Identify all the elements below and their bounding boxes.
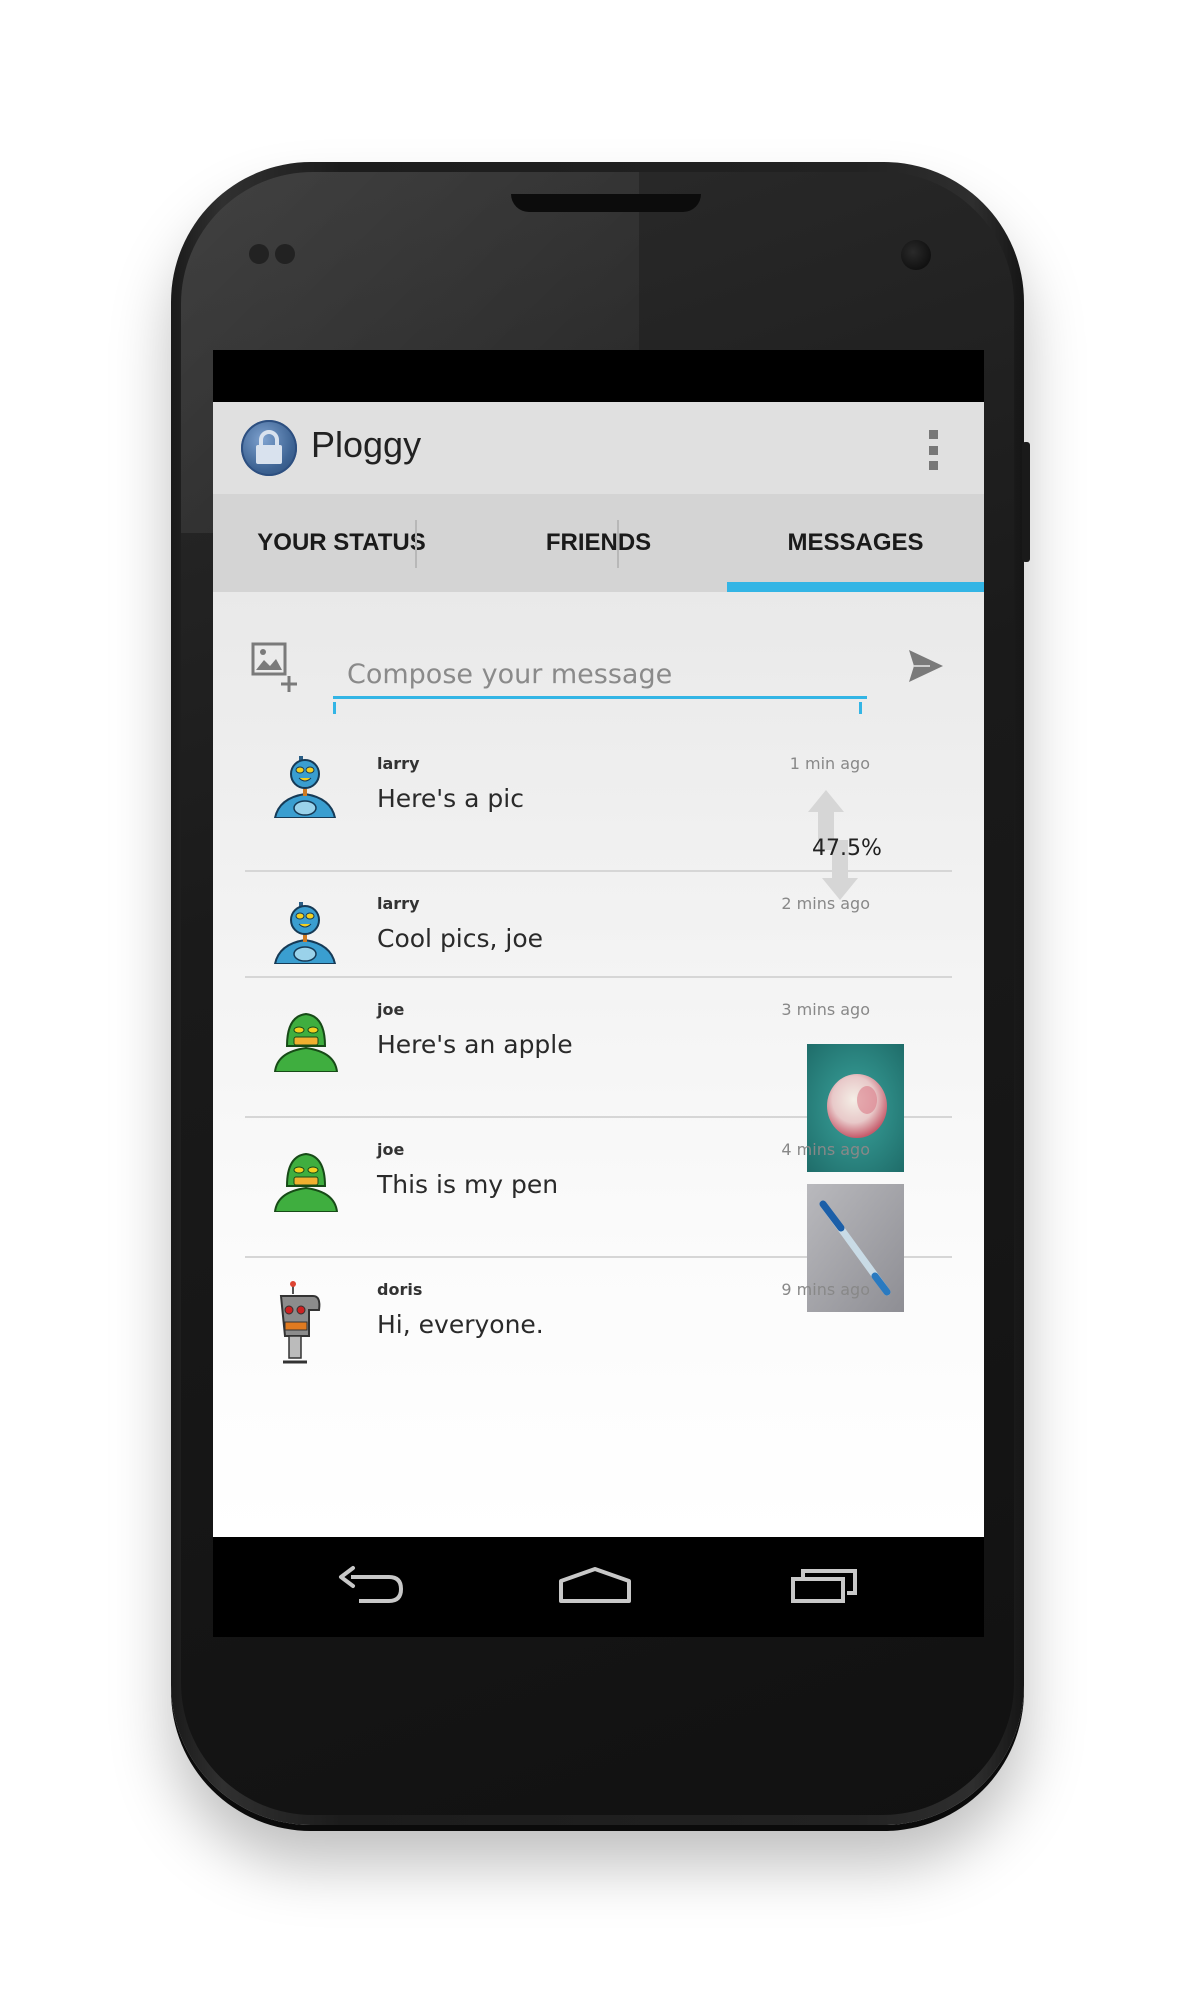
message-item[interactable]: doris 9 mins ago Hi, everyone.	[245, 1258, 952, 1378]
add-image-icon[interactable]	[251, 642, 301, 698]
message-author: doris	[377, 1280, 423, 1299]
compose-input[interactable]	[333, 652, 867, 699]
message-text: Here's an apple	[377, 1030, 573, 1059]
blue-robot-avatar	[273, 756, 337, 822]
send-icon[interactable]	[908, 648, 944, 688]
message-item[interactable]: joe 4 mins ago This is my pen	[245, 1118, 952, 1312]
tab-friends[interactable]: FRIENDS	[470, 494, 727, 592]
message-list: larry 1 min ago Here's a pic 47.5% larry…	[245, 732, 952, 1378]
message-time: 1 min ago	[789, 754, 870, 773]
recent-apps-icon[interactable]	[789, 1565, 859, 1609]
message-time: 4 mins ago	[781, 1140, 870, 1159]
input-edge	[859, 702, 862, 714]
message-time: 3 mins ago	[781, 1000, 870, 1019]
tab-label: MESSAGES	[787, 529, 924, 556]
green-robot-avatar	[273, 1152, 339, 1216]
proximity-sensor	[249, 244, 269, 264]
tab-label: FRIENDS	[545, 529, 652, 556]
grey-robot-avatar	[273, 1280, 323, 1372]
padlock-app-icon[interactable]	[241, 420, 297, 476]
green-robot-avatar	[273, 1012, 339, 1076]
tab-label: YOUR STATUS	[257, 529, 426, 556]
navigation-bar	[213, 1537, 984, 1637]
message-time: 2 mins ago	[781, 894, 870, 913]
input-edge	[333, 702, 336, 714]
app-title: Ploggy	[311, 424, 422, 465]
message-text: This is my pen	[377, 1170, 559, 1199]
message-text: Hi, everyone.	[377, 1310, 544, 1339]
screen: Ploggy YOUR STATUS FRIENDS MESSAGES Comp…	[213, 350, 984, 1637]
back-icon[interactable]	[337, 1565, 407, 1609]
tab-your-status[interactable]: YOUR STATUS	[213, 494, 470, 592]
tab-divider	[617, 520, 619, 568]
message-author: larry	[377, 894, 420, 913]
compose-row	[213, 632, 984, 732]
message-item[interactable]: larry 2 mins ago Cool pics, joe	[245, 872, 952, 978]
tab-messages[interactable]: MESSAGES	[727, 494, 984, 592]
messages-content: larry 1 min ago Here's a pic 47.5%	[213, 592, 984, 1537]
progress-percent: 47.5%	[812, 836, 882, 861]
message-author: larry	[377, 754, 420, 773]
tab-bar: YOUR STATUS FRIENDS MESSAGES	[213, 494, 984, 593]
blue-robot-avatar	[273, 902, 337, 968]
power-button[interactable]	[1022, 442, 1030, 562]
message-item[interactable]: joe 3 mins ago Here's an apple	[245, 978, 952, 1172]
home-icon[interactable]	[557, 1565, 633, 1609]
earpiece-speaker	[511, 194, 701, 212]
overflow-menu-icon[interactable]	[926, 430, 940, 470]
tab-divider	[415, 520, 417, 568]
message-text: Cool pics, joe	[377, 924, 544, 953]
message-author: joe	[377, 1140, 405, 1159]
message-time: 9 mins ago	[781, 1280, 870, 1299]
message-author: joe	[377, 1000, 405, 1019]
front-camera	[901, 240, 931, 270]
message-text: Here's a pic	[377, 784, 524, 813]
light-sensor	[275, 244, 295, 264]
message-item[interactable]: larry 1 min ago Here's a pic 47.5%	[245, 732, 952, 900]
status-bar	[213, 350, 984, 402]
action-bar: Ploggy	[213, 402, 984, 494]
